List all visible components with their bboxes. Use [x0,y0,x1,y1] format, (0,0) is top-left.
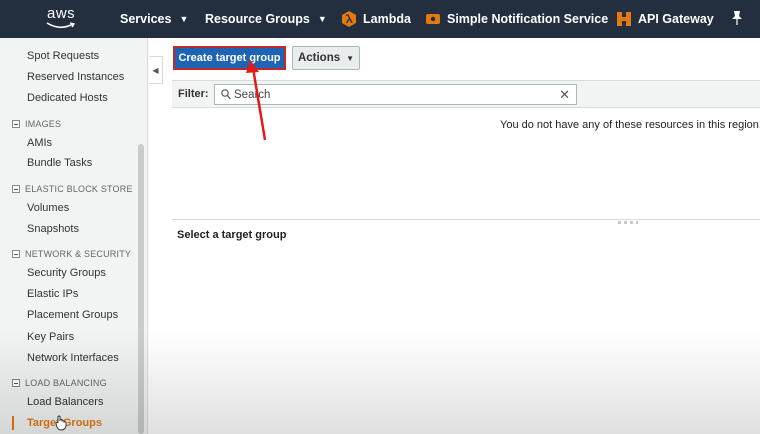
collapse-icon [12,120,20,128]
empty-table-message: You do not have any of these resources i… [500,119,760,131]
sidebar-item-placement-groups[interactable]: Placement Groups [27,309,118,321]
sidebar-collapse-toggle[interactable]: ◀ [149,56,163,84]
chevron-down-icon: ▼ [179,14,189,24]
section-label: LOAD BALANCING [25,378,107,388]
sns-icon [426,14,440,24]
chevron-down-icon: ▼ [346,53,355,63]
sidebar-section-ebs[interactable]: ELASTIC BLOCK STORE [12,184,133,194]
resize-handle[interactable] [618,221,638,224]
aws-logo-text: aws [47,5,76,22]
aws-logo[interactable]: aws [44,0,106,38]
pin-icon[interactable] [731,10,743,29]
shortcut-lambda[interactable]: Lambda [342,11,411,27]
sidebar-item-bundle-tasks[interactable]: Bundle Tasks [27,157,92,169]
actions-dropdown[interactable]: Actions ▼ [292,46,360,70]
sidebar-item-spot-requests[interactable]: Spot Requests [27,50,99,62]
services-label: Services [120,12,172,26]
collapse-icon [12,250,20,258]
sidebar-item-elastic-ips[interactable]: Elastic IPs [27,288,78,300]
api-gateway-icon [617,12,631,26]
details-panel-title: Select a target group [177,229,287,241]
shortcut-label: API Gateway [638,12,714,26]
sidebar-item-amis[interactable]: AMIs [27,137,52,149]
shortcut-api-gateway[interactable]: API Gateway [617,11,714,27]
sidebar-item-load-balancers[interactable]: Load Balancers [27,396,103,408]
sidebar-item-network-interfaces[interactable]: Network Interfaces [27,352,119,364]
sidebar-scrollbar[interactable] [138,144,144,434]
shortcut-sns[interactable]: Simple Notification Service [426,11,608,27]
top-navigation-bar: aws Services ▼ Resource Groups ▼ Lambda … [0,0,760,38]
resource-groups-menu[interactable]: Resource Groups ▼ [205,12,327,26]
shortcut-label: Lambda [363,12,411,26]
actions-label: Actions [297,52,341,64]
search-icon [221,89,231,100]
search-input[interactable] [234,87,554,102]
active-indicator [12,416,14,430]
shortcut-label: Simple Notification Service [447,12,609,26]
sidebar-item-reserved-instances[interactable]: Reserved Instances [27,71,124,83]
sidebar-item-snapshots[interactable]: Snapshots [27,223,79,235]
section-label: IMAGES [25,119,62,129]
sidebar-item-key-pairs[interactable]: Key Pairs [27,331,74,343]
lambda-icon [342,11,356,27]
sidebar-section-network-security[interactable]: NETWORK & SECURITY [12,249,131,259]
close-icon[interactable]: ✕ [559,88,570,101]
sidebar-section-images[interactable]: IMAGES [12,119,61,129]
annotation-arrow-icon [246,60,267,141]
chevron-down-icon: ▼ [317,14,327,24]
sidebar-item-security-groups[interactable]: Security Groups [27,267,106,279]
section-label: ELASTIC BLOCK STORE [25,184,133,194]
sidebar-section-load-balancing[interactable]: LOAD BALANCING [12,378,107,388]
services-menu[interactable]: Services ▼ [120,12,188,26]
aws-smile-icon [46,22,76,29]
hand-cursor-icon [55,415,67,431]
filter-label: Filter: [178,88,209,100]
collapse-icon [12,185,20,193]
chevron-left-icon: ◀ [152,65,159,75]
panel-divider [172,219,760,220]
sidebar-item-dedicated-hosts[interactable]: Dedicated Hosts [27,92,108,104]
sidebar: Spot Requests Reserved Instances Dedicat… [0,38,148,434]
resource-groups-label: Resource Groups [205,12,310,26]
collapse-icon [12,379,20,387]
sidebar-item-volumes[interactable]: Volumes [27,202,69,214]
section-label: NETWORK & SECURITY [25,249,132,259]
